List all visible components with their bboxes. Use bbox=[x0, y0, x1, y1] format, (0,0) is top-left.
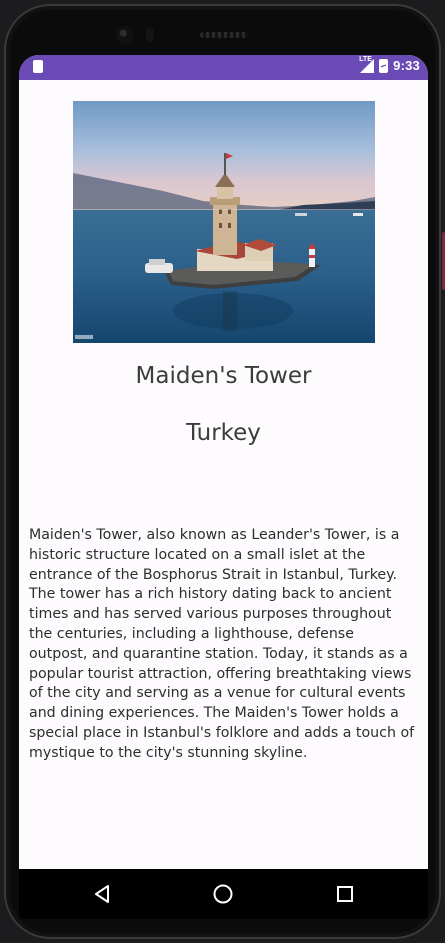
place-title: Maiden's Tower bbox=[135, 363, 312, 389]
sd-card-icon bbox=[33, 60, 43, 73]
place-country: Turkey bbox=[186, 420, 261, 446]
home-button[interactable] bbox=[211, 882, 235, 906]
back-button[interactable] bbox=[91, 882, 115, 906]
status-time: 9:33 bbox=[393, 58, 420, 73]
status-bar: LTE 9:33 bbox=[19, 55, 428, 80]
app-screen: LTE 9:33 Maiden's Tower Turkey Maiden's … bbox=[19, 55, 428, 915]
network-type-label: LTE bbox=[359, 55, 372, 63]
battery-charging-icon bbox=[379, 58, 389, 73]
detail-content: Maiden's Tower Turkey Maiden's Tower, al… bbox=[19, 80, 428, 870]
proximity-sensor bbox=[146, 28, 154, 42]
back-triangle-icon bbox=[95, 885, 109, 903]
earpiece-speaker bbox=[200, 32, 248, 38]
system-navigation-bar bbox=[19, 869, 428, 919]
maidens-tower-image bbox=[73, 101, 375, 343]
place-description: Maiden's Tower, also known as Leander's … bbox=[29, 527, 415, 761]
home-circle-icon bbox=[213, 884, 233, 904]
front-camera bbox=[116, 26, 134, 44]
recents-button[interactable] bbox=[333, 882, 357, 906]
signal-icon: LTE bbox=[359, 55, 375, 73]
status-icons: LTE 9:33 bbox=[359, 55, 420, 74]
phone-device: LTE 9:33 Maiden's Tower Turkey Maiden's … bbox=[0, 0, 445, 943]
recents-square-icon bbox=[337, 886, 353, 902]
